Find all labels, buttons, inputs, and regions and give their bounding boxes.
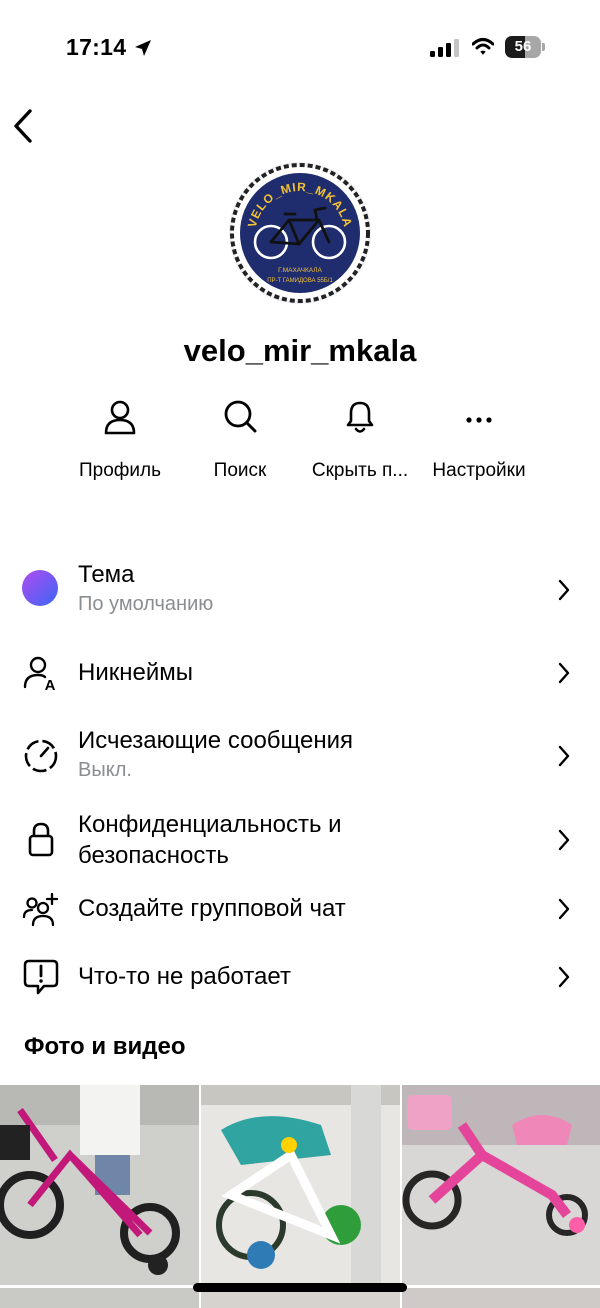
wifi-icon <box>472 38 494 55</box>
media-thumbnail[interactable] <box>402 1085 600 1285</box>
menu-item-theme[interactable]: Тема По умолчанию <box>0 556 600 622</box>
photo-green-bike <box>201 1085 400 1285</box>
media-thumbnail-partial[interactable] <box>0 1288 199 1308</box>
chevron-right-icon <box>558 662 570 684</box>
location-arrow-icon <box>135 40 151 56</box>
menu-item-title-line2: безопасность <box>78 842 229 869</box>
nickname-icon: A <box>23 656 56 692</box>
chevron-right-icon <box>558 966 570 988</box>
menu-item-title: Никнеймы <box>78 659 193 686</box>
lock-icon <box>28 822 54 857</box>
add-group-icon <box>22 892 59 927</box>
back-chevron-icon[interactable] <box>10 106 38 146</box>
media-thumbnail[interactable] <box>0 1085 199 1285</box>
media-section-title: Фото и видео <box>24 1033 186 1060</box>
battery-percent: 56 <box>514 38 532 55</box>
menu-item-subtitle: По умолчанию <box>78 593 214 615</box>
battery-indicator: 56 <box>505 36 545 60</box>
settings-action-label: Настройки <box>432 460 526 481</box>
mute-action-label: Скрыть п... <box>311 460 409 481</box>
chevron-right-icon <box>558 898 570 920</box>
svg-text:A: A <box>45 677 56 692</box>
search-icon <box>224 400 257 433</box>
photo-pink-bike-child <box>0 1085 199 1285</box>
status-time: 17:14 <box>66 34 127 60</box>
cellular-signal-icon <box>430 39 459 57</box>
chevron-right-icon <box>558 829 570 851</box>
profile-username: velo_mir_mkala <box>183 333 417 368</box>
person-icon <box>104 400 136 435</box>
profile-avatar[interactable]: VELO_MIR_MKALA Г.МАХАЧКАЛА ПР-Т ГАМИДОВА… <box>229 162 371 304</box>
menu-item-subtitle: Выкл. <box>78 759 132 781</box>
bike-shop-logo: VELO_MIR_MKALA Г.МАХАЧКАЛА ПР-Т ГАМИДОВА… <box>230 163 370 303</box>
profile-action-button[interactable]: Профиль <box>61 398 179 482</box>
menu-item-report-problem[interactable]: Что-то не работает <box>0 954 600 1000</box>
menu-item-nicknames[interactable]: A Никнеймы <box>0 650 600 696</box>
menu-item-privacy[interactable]: Конфиденциальность и безопасность <box>0 806 600 874</box>
photo-pink-bike-basket <box>402 1085 600 1285</box>
menu-item-title: Тема <box>78 561 135 588</box>
media-thumbnail-partial[interactable] <box>402 1288 600 1308</box>
mute-action-button[interactable]: Скрыть п... <box>301 398 419 482</box>
menu-item-title: Что-то не работает <box>78 963 291 990</box>
menu-item-title: Создайте групповой чат <box>78 895 346 922</box>
media-thumbnail[interactable] <box>201 1085 400 1285</box>
report-icon <box>23 959 59 995</box>
menu-item-title-line1: Конфиденциальность и <box>78 811 342 838</box>
more-icon <box>466 417 492 423</box>
profile-action-label: Профиль <box>78 460 162 481</box>
search-action-button[interactable]: Поиск <box>181 398 299 482</box>
search-action-label: Поиск <box>213 460 267 481</box>
timer-icon <box>24 739 58 773</box>
logo-city-text: Г.МАХАЧКАЛА <box>278 267 322 274</box>
bell-icon <box>346 401 374 433</box>
logo-address-text: ПР-Т ГАМИДОВА 55Б/1 <box>267 278 333 284</box>
home-indicator[interactable] <box>193 1283 407 1292</box>
chevron-right-icon <box>558 745 570 767</box>
menu-item-title: Исчезающие сообщения <box>78 727 354 754</box>
chevron-right-icon <box>558 579 570 601</box>
theme-gradient-circle <box>22 570 58 606</box>
menu-item-create-group-chat[interactable]: Создайте групповой чат <box>0 886 600 932</box>
settings-action-button[interactable]: Настройки <box>420 398 538 482</box>
menu-item-disappearing-messages[interactable]: Исчезающие сообщения Выкл. <box>0 722 600 790</box>
